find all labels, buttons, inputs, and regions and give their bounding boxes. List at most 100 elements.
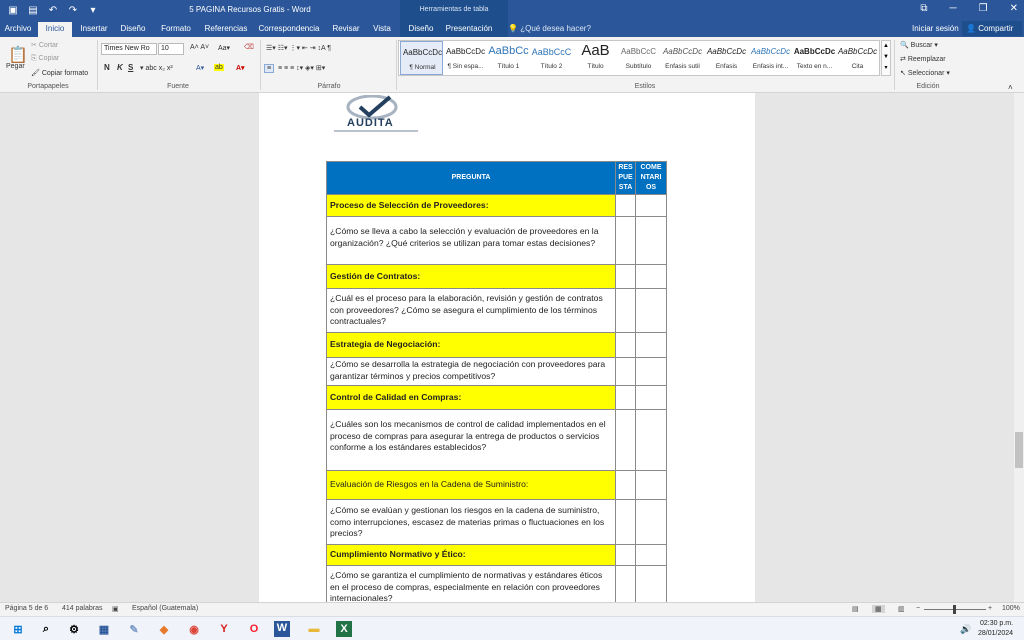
section-cell[interactable]: Cumplimiento Normativo y Ético:: [325, 544, 617, 566]
tab-file[interactable]: Archivo: [4, 22, 32, 37]
highlight-icon[interactable]: ab: [214, 64, 224, 71]
answer-cell[interactable]: [615, 194, 637, 217]
grow-font-icon[interactable]: A˄ A˅: [190, 44, 209, 51]
style-emphasis[interactable]: AaBbCcDc Énfasis: [705, 41, 748, 75]
zoom-slider-thumb[interactable]: [953, 605, 956, 614]
comment-cell[interactable]: [635, 332, 667, 358]
comment-cell[interactable]: [635, 216, 667, 265]
word-count[interactable]: 414 palabras: [62, 605, 102, 612]
comment-cell[interactable]: [635, 194, 667, 217]
style-subtle-emphasis[interactable]: AaBbCcDc Énfasis sutil: [661, 41, 704, 75]
calculator-icon[interactable]: ▦: [96, 621, 112, 637]
answer-cell[interactable]: [615, 565, 637, 607]
settings-gear-icon[interactable]: ⚙: [66, 621, 82, 637]
file-explorer-icon[interactable]: ▬: [306, 621, 322, 637]
zoom-out-icon[interactable]: −: [916, 605, 920, 612]
styles-scroll[interactable]: ▲ ▼ ▾: [881, 40, 891, 76]
sign-in-link[interactable]: Iniciar sesión: [912, 24, 959, 33]
answer-cell[interactable]: [615, 385, 637, 410]
tab-table-design[interactable]: Diseño: [406, 22, 436, 37]
collapse-ribbon-icon[interactable]: ˄: [1008, 83, 1013, 92]
style-title[interactable]: AaB Título: [574, 41, 617, 75]
answer-cell[interactable]: [615, 409, 637, 471]
copy-button[interactable]: ⎘ Copiar: [31, 55, 59, 63]
comment-cell[interactable]: [635, 565, 667, 607]
language-indicator[interactable]: Español (Guatemala): [132, 605, 198, 612]
format-painter-button[interactable]: 🖌 Copiar formato: [31, 69, 88, 77]
answer-cell[interactable]: [615, 288, 637, 333]
section-cell[interactable]: Control de Calidad en Compras:: [325, 385, 617, 410]
font-color-icon[interactable]: A▾: [236, 64, 245, 72]
section-cell[interactable]: Proceso de Selección de Proveedores:: [325, 194, 617, 217]
text-effects-icon[interactable]: A▾: [196, 64, 204, 72]
style-normal[interactable]: AaBbCcDc ¶ Normal: [400, 41, 443, 75]
comment-cell[interactable]: [635, 499, 667, 545]
question-cell[interactable]: ¿Cómo se evalúan y gestionan los riesgos…: [325, 499, 617, 545]
windows-start-icon[interactable]: ⊞: [10, 621, 26, 637]
strike-sub-super-icons[interactable]: ▾ abc x₂ x²: [140, 64, 173, 72]
italic-icon[interactable]: K: [117, 63, 123, 72]
underline-icon[interactable]: S: [128, 63, 133, 72]
answer-cell[interactable]: [615, 470, 637, 500]
style-heading2[interactable]: AaBbCcC Título 2: [530, 41, 573, 75]
style-no-spacing[interactable]: AaBbCcDc ¶ Sin espa...: [444, 41, 487, 75]
comment-cell[interactable]: [635, 385, 667, 410]
answer-cell[interactable]: [615, 264, 637, 289]
zoom-in-icon[interactable]: +: [988, 605, 992, 612]
app-icon[interactable]: ◆: [156, 621, 172, 637]
vertical-scrollbar[interactable]: [1014, 93, 1024, 602]
comment-cell[interactable]: [635, 409, 667, 471]
change-case-icon[interactable]: Aa▾: [218, 44, 230, 52]
tab-review[interactable]: Revisar: [330, 22, 362, 37]
list-icons[interactable]: ☰▾ ☷▾ ⋮▾ ⇤ ⇥ ↕A ¶: [266, 44, 331, 52]
clear-format-icon[interactable]: ⌫: [244, 43, 254, 51]
tab-references[interactable]: Referencias: [202, 22, 250, 37]
excel-icon[interactable]: X: [336, 621, 352, 637]
tab-insert[interactable]: Insertar: [78, 22, 110, 37]
tab-layout[interactable]: Formato: [158, 22, 194, 37]
yandex-icon[interactable]: Y: [216, 621, 232, 637]
share-button[interactable]: 👤 Compartir: [962, 21, 1022, 36]
page-count[interactable]: Página 5 de 6: [5, 605, 48, 612]
print-layout-icon[interactable]: ▦: [872, 605, 885, 613]
ribbon-display-icon[interactable]: ⧉: [920, 3, 927, 14]
volume-icon[interactable]: 🔊: [958, 621, 974, 637]
tab-mailings[interactable]: Correspondencia: [258, 22, 320, 37]
proofing-icon[interactable]: ▣: [112, 605, 119, 613]
question-cell[interactable]: ¿Cuál es el proceso para la elaboración,…: [325, 288, 617, 333]
answer-cell[interactable]: [615, 499, 637, 545]
comment-cell[interactable]: [635, 288, 667, 333]
answer-cell[interactable]: [615, 544, 637, 566]
question-cell[interactable]: ¿Cuáles son los mecanismos de control de…: [325, 409, 617, 471]
read-mode-icon[interactable]: ▤: [852, 605, 859, 613]
opera-icon[interactable]: O: [246, 621, 262, 637]
align-left-icon[interactable]: ≡: [264, 64, 275, 73]
search-icon[interactable]: ⌕: [38, 621, 54, 637]
tab-design[interactable]: Diseño: [118, 22, 148, 37]
minimize-icon[interactable]: ─: [950, 3, 957, 14]
paste-button[interactable]: Pegar: [6, 63, 25, 70]
web-layout-icon[interactable]: ▥: [898, 605, 905, 613]
system-clock[interactable]: 02:30 p.m. 28/01/2024: [978, 619, 1013, 639]
section-cell[interactable]: Estrategia de Negociación:: [325, 332, 617, 358]
paste-icon[interactable]: 📋: [8, 45, 28, 65]
question-cell[interactable]: ¿Cómo se desarrolla la estrategia de neg…: [325, 357, 617, 386]
cut-button[interactable]: ✂ Cortar: [31, 41, 58, 49]
style-subtitle[interactable]: AaBbCcC Subtítulo: [617, 41, 660, 75]
question-cell[interactable]: ¿Cómo se garantiza el cumplimiento de no…: [325, 565, 617, 607]
tab-table-layout[interactable]: Presentación: [444, 22, 494, 37]
replace-button[interactable]: ⇄ Reemplazar: [900, 55, 946, 63]
tab-home[interactable]: Inicio: [38, 22, 72, 37]
section-cell[interactable]: Gestión de Contratos:: [325, 264, 617, 289]
select-button[interactable]: ↖ Seleccionar ▾: [900, 69, 950, 77]
align-icons[interactable]: ≡ ≡ ≡ ↕▾ ◈▾ ⊞▾: [278, 64, 325, 72]
maximize-icon[interactable]: ❐: [979, 3, 988, 14]
scrollbar-thumb[interactable]: [1015, 432, 1023, 468]
word-icon[interactable]: W: [274, 621, 290, 637]
answer-cell[interactable]: [615, 332, 637, 358]
section-cell[interactable]: Evaluación de Riesgos en la Cadena de Su…: [325, 470, 617, 500]
answer-cell[interactable]: [615, 357, 637, 386]
comment-cell[interactable]: [635, 470, 667, 500]
tab-view[interactable]: Vista: [370, 22, 394, 37]
paint-icon[interactable]: ✎: [126, 621, 142, 637]
